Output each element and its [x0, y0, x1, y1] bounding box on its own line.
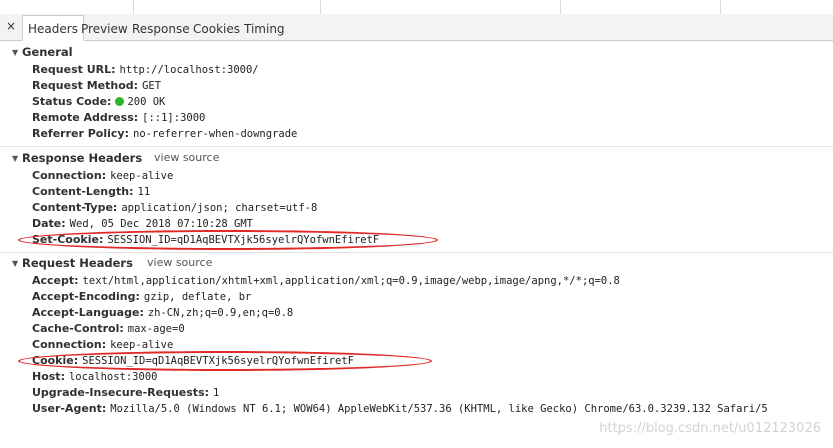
header-row: Request URL: http://localhost:3000/	[32, 62, 259, 78]
header-value: application/json; charset=utf-8	[121, 202, 318, 214]
header-value: Wed, 05 Dec 2018 07:10:28 GMT	[69, 218, 253, 230]
header-value: gzip, deflate, br	[143, 291, 252, 303]
headers-panel: ▼ General Request URL: http://localhost:30…	[0, 42, 833, 448]
tab-timing[interactable]: Timing	[239, 16, 290, 40]
header-row: Upgrade-Insecure-Requests: 1	[32, 385, 219, 401]
collapse-triangle-icon: ▼	[12, 48, 19, 57]
header-key: Accept:	[32, 274, 79, 287]
header-row: Request Method: GET	[32, 78, 161, 94]
header-value: localhost:3000	[68, 371, 158, 383]
tab-preview[interactable]: Preview	[76, 16, 133, 40]
column-separator	[560, 0, 561, 14]
header-row: Connection: keep-alive	[32, 168, 173, 184]
header-row: Content-Type: application/json; charset=u…	[32, 200, 317, 216]
section-divider	[0, 252, 833, 253]
header-row: Referrer Policy: no-referrer-when-downgra…	[32, 126, 297, 142]
header-key: Referrer Policy:	[32, 127, 129, 140]
header-row: Status Code: 200 OK	[32, 94, 165, 110]
watermark: https://blog.csdn.net/u012123026	[599, 421, 821, 436]
header-value: no-referrer-when-downgrade	[133, 128, 298, 140]
general-section-header[interactable]: ▼ General	[12, 44, 73, 60]
header-row: User-Agent: Mozilla/5.0 (Windows NT 6.1; …	[32, 401, 833, 417]
section-title: Response Headers	[22, 151, 143, 165]
header-key: Set-Cookie:	[32, 233, 104, 246]
header-value: SESSION_ID=qD1AqBEVTXjk56syelrQYofwnEfir…	[107, 234, 380, 246]
header-key: Request Method:	[32, 79, 139, 92]
header-value: keep-alive	[110, 339, 174, 351]
header-value: [::1]:3000	[142, 112, 206, 124]
header-row: Date: Wed, 05 Dec 2018 07:10:28 GMT	[32, 216, 253, 232]
header-key: Cache-Control:	[32, 322, 124, 335]
header-key: Request URL:	[32, 63, 116, 76]
header-key: Connection:	[32, 169, 107, 182]
section-title: General	[22, 45, 73, 59]
header-row: Host: localhost:3000	[32, 369, 157, 385]
response-view-source-link[interactable]: view source	[154, 150, 219, 166]
header-row: Content-Length: 11	[32, 184, 150, 200]
header-row-set-cookie: Set-Cookie: SESSION_ID=qD1AqBEVTXjk56syel…	[32, 232, 379, 248]
header-row-cookie: Cookie: SESSION_ID=qD1AqBEVTXjk56syelrQYo…	[32, 353, 354, 369]
column-separator	[720, 0, 721, 14]
header-key: Remote Address:	[32, 111, 139, 124]
header-key: Status Code:	[32, 95, 112, 108]
header-value: text/html,application/xhtml+xml,applicat…	[82, 275, 620, 287]
header-row: Accept-Language: zh-CN,zh;q=0.9,en;q=0.8	[32, 305, 293, 321]
header-value: GET	[142, 80, 162, 92]
tab-headers[interactable]: Headers	[22, 15, 84, 41]
request-headers-section-header[interactable]: ▼ Request Headers	[12, 255, 133, 271]
response-headers-section-header[interactable]: ▼ Response Headers	[12, 150, 142, 166]
collapse-triangle-icon: ▼	[12, 259, 19, 268]
status-ok-icon	[115, 97, 125, 106]
column-separator	[320, 0, 321, 14]
request-view-source-link[interactable]: view source	[147, 255, 212, 271]
tab-response[interactable]: Response	[127, 16, 195, 40]
header-value: zh-CN,zh;q=0.9,en;q=0.8	[147, 307, 294, 319]
collapse-triangle-icon: ▼	[12, 154, 19, 163]
column-separator	[133, 0, 134, 14]
header-key: Connection:	[32, 338, 107, 351]
header-key: Content-Length:	[32, 185, 134, 198]
section-title: Request Headers	[22, 256, 133, 270]
tab-bar: × Headers Preview Response Cookies Timin…	[0, 14, 833, 41]
header-value: 11	[137, 186, 151, 198]
section-divider	[0, 146, 833, 147]
header-row: Accept-Encoding: gzip, deflate, br	[32, 289, 251, 305]
header-value: SESSION_ID=qD1AqBEVTXjk56syelrQYofwnEfir…	[82, 355, 354, 367]
header-key: Host:	[32, 370, 65, 383]
header-key: User-Agent:	[32, 402, 107, 415]
header-key: Cookie:	[32, 354, 79, 367]
top-strip	[0, 0, 833, 15]
header-row: Connection: keep-alive	[32, 337, 173, 353]
header-value: Mozilla/5.0 (Windows NT 6.1; WOW64) Appl…	[110, 403, 768, 415]
header-value: http://localhost:3000/	[119, 64, 259, 76]
header-row: Remote Address: [::1]:3000	[32, 110, 205, 126]
header-key: Accept-Encoding:	[32, 290, 140, 303]
header-value: 1	[213, 387, 220, 399]
header-key: Date:	[32, 217, 66, 230]
header-key: Content-Type:	[32, 201, 118, 214]
header-row: Accept: text/html,application/xhtml+xml,a…	[32, 273, 620, 289]
header-key: Upgrade-Insecure-Requests:	[32, 386, 210, 399]
close-icon[interactable]: ×	[4, 18, 18, 34]
tab-cookies[interactable]: Cookies	[188, 16, 245, 40]
header-value: 200 OK	[127, 96, 166, 108]
header-value: max-age=0	[127, 323, 185, 335]
header-value: keep-alive	[110, 170, 174, 182]
header-key: Accept-Language:	[32, 306, 144, 319]
header-row: Cache-Control: max-age=0	[32, 321, 185, 337]
